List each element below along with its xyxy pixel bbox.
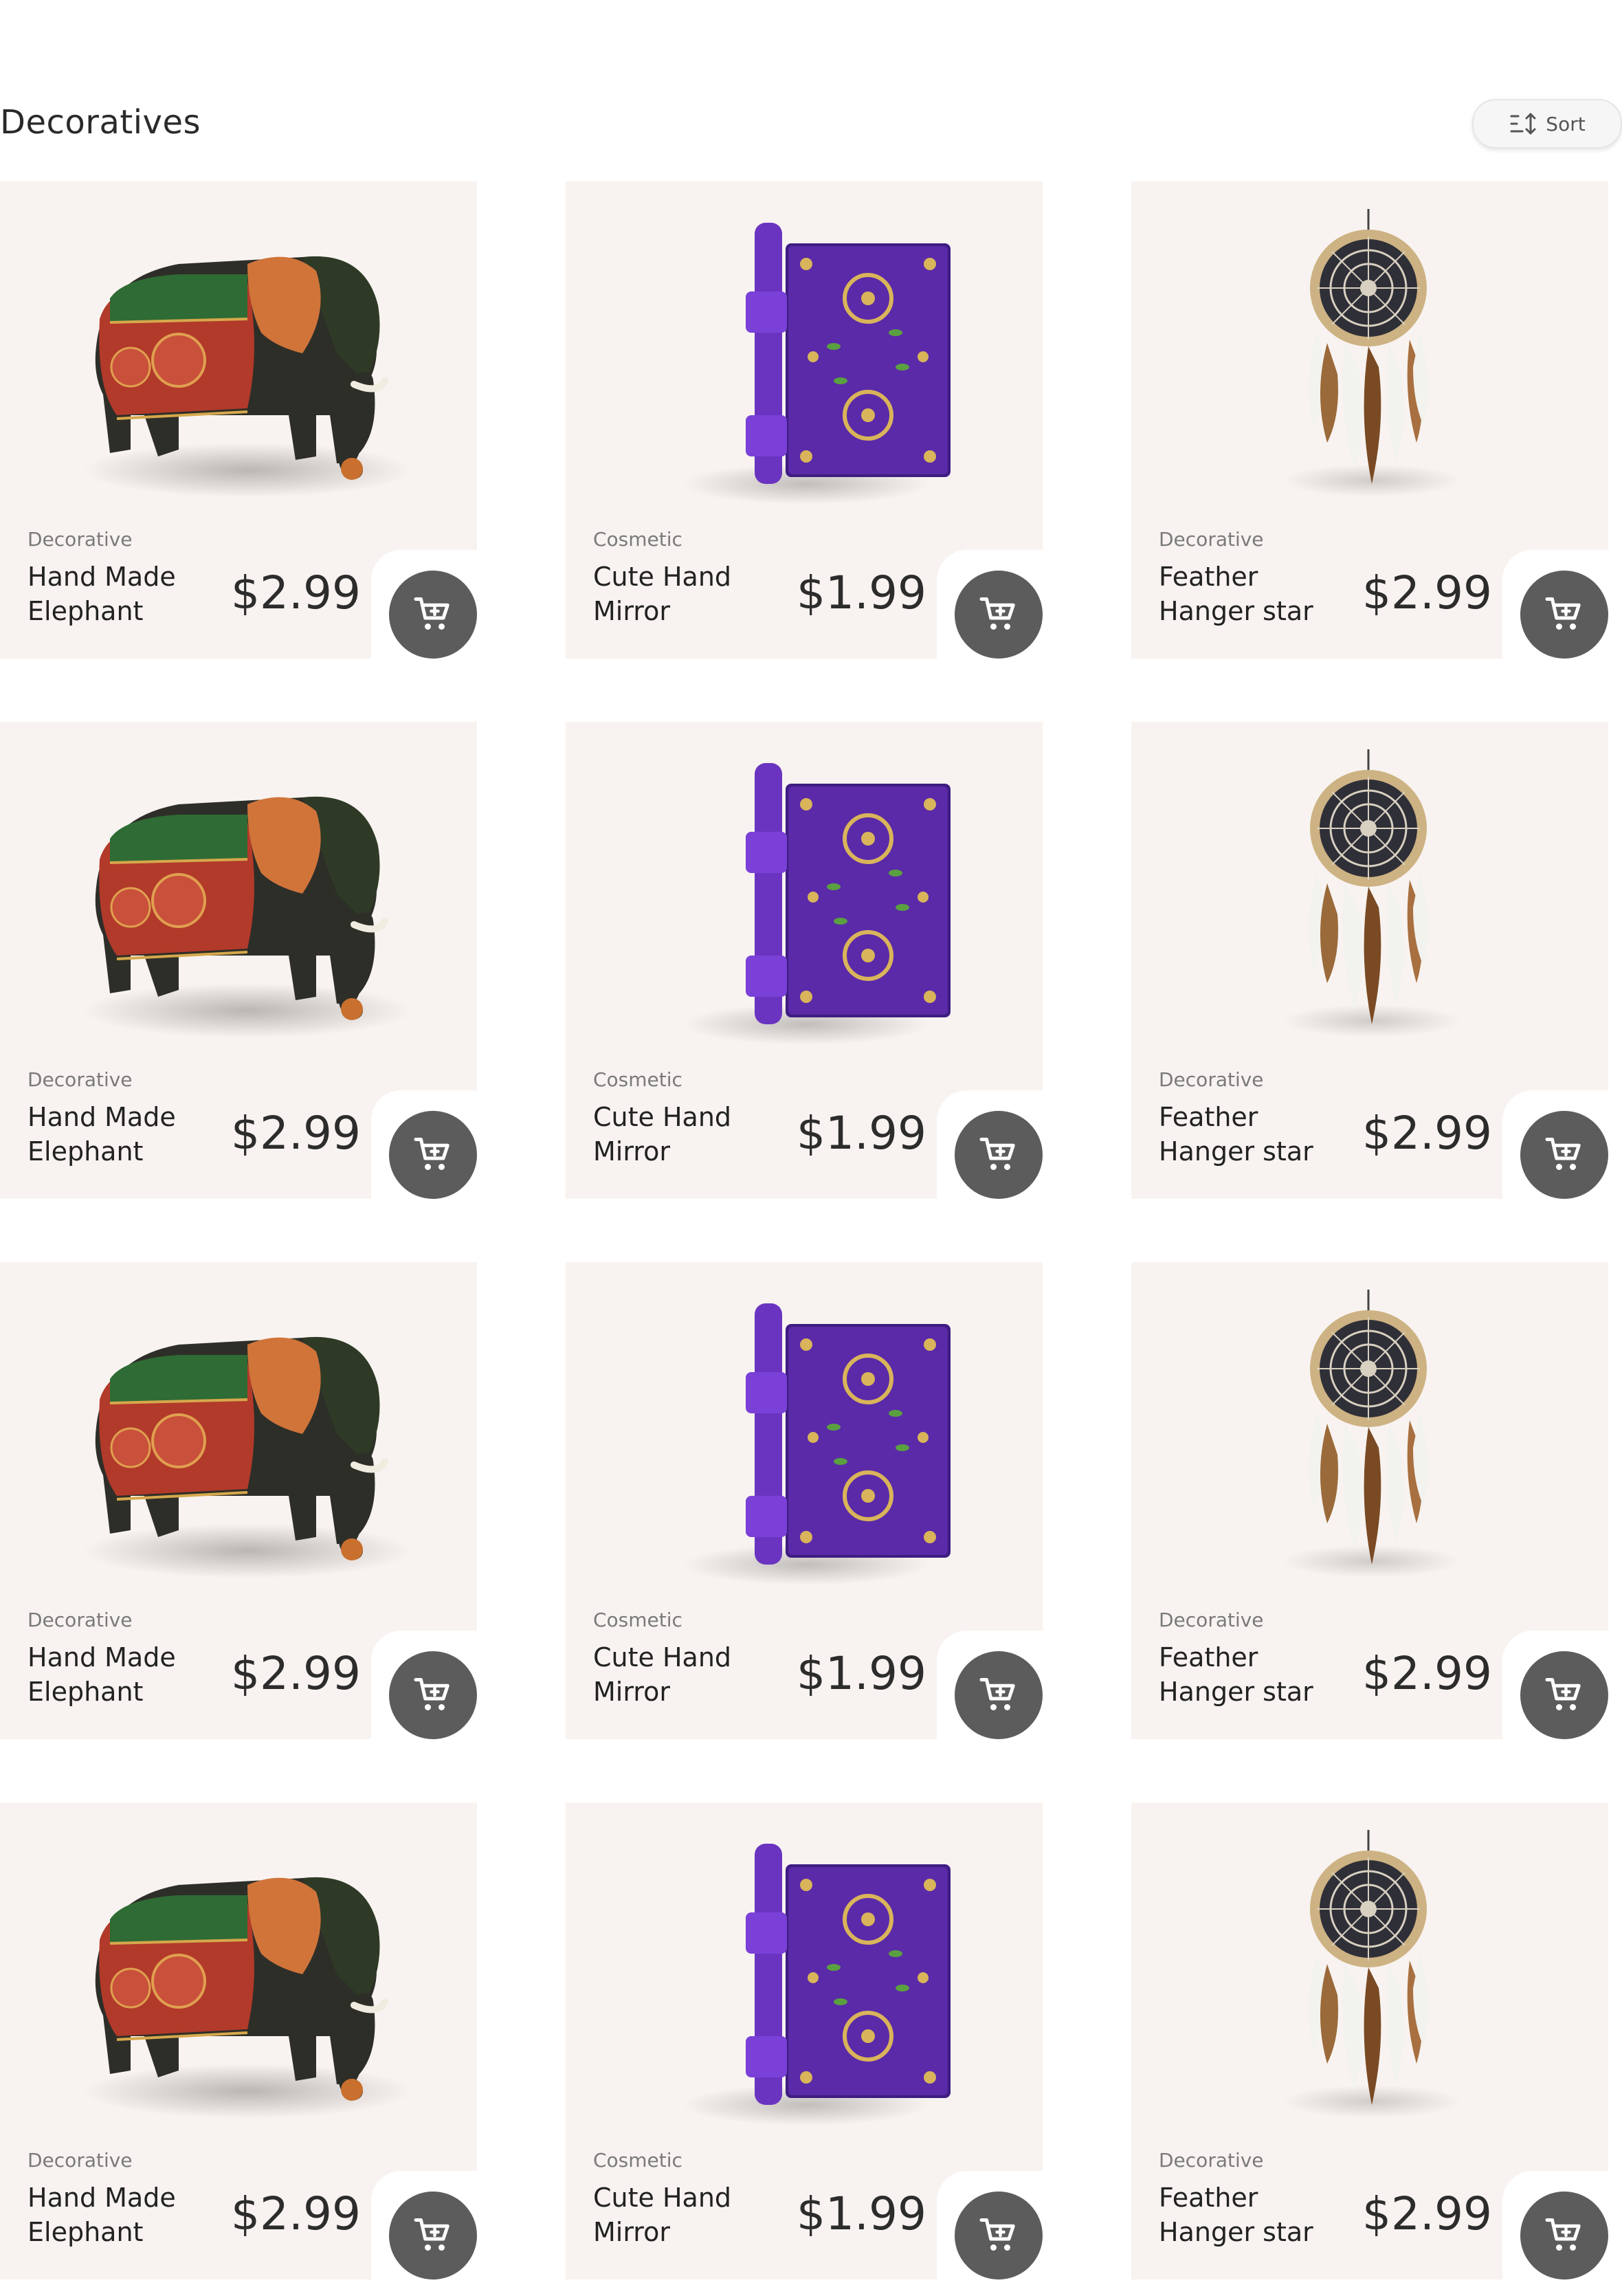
product-image[interactable] <box>41 749 426 1052</box>
shopping-cart-icon <box>412 594 454 635</box>
sort-label: Sort <box>1546 112 1586 135</box>
product-category: Decorative <box>27 2149 133 2172</box>
product-category: Cosmetic <box>593 1609 682 1631</box>
product-price: $1.99 <box>797 2187 926 2240</box>
add-to-cart-button[interactable] <box>389 571 477 659</box>
shopping-cart-icon <box>978 1134 1019 1175</box>
product-card[interactable]: Cosmetic Cute Hand Mirror $1.99 <box>566 1802 1054 2288</box>
product-category: Decorative <box>27 1068 133 1091</box>
product-name[interactable]: Hand Made Elephant <box>27 2181 206 2249</box>
product-card[interactable]: Cosmetic Cute Hand Mirror $1.99 <box>566 181 1054 667</box>
product-card[interactable]: Decorative Feather Hanger star $2.99 <box>1131 1262 1619 1747</box>
product-name[interactable]: Feather Hanger star <box>1159 2181 1337 2249</box>
sort-icon <box>1510 113 1536 135</box>
product-price: $2.99 <box>231 1107 361 1160</box>
product-image[interactable] <box>41 1290 426 1592</box>
product-card[interactable]: Decorative Hand Made Elephant $2.99 <box>0 1262 488 1747</box>
product-image[interactable] <box>607 1290 992 1592</box>
sort-button[interactable]: Sort <box>1472 99 1622 148</box>
product-price: $1.99 <box>797 566 926 619</box>
product-price: $2.99 <box>1362 1647 1492 1700</box>
product-name[interactable]: Hand Made Elephant <box>27 1100 206 1169</box>
product-price: $2.99 <box>1362 2187 1492 2240</box>
product-image[interactable] <box>1173 749 1557 1052</box>
shopping-cart-icon <box>978 594 1019 635</box>
product-name[interactable]: Hand Made Elephant <box>27 1640 206 1709</box>
product-category: Cosmetic <box>593 1068 682 1091</box>
product-card[interactable]: Cosmetic Cute Hand Mirror $1.99 <box>566 722 1054 1207</box>
product-category: Decorative <box>1159 1609 1264 1631</box>
product-category: Decorative <box>27 1609 133 1631</box>
product-name[interactable]: Hand Made Elephant <box>27 560 206 628</box>
product-image[interactable] <box>41 1830 426 2132</box>
product-card[interactable]: Decorative Feather Hanger star $2.99 <box>1131 722 1619 1207</box>
product-name[interactable]: Feather Hanger star <box>1159 560 1337 628</box>
product-image[interactable] <box>41 209 426 511</box>
product-image[interactable] <box>607 749 992 1052</box>
product-image[interactable] <box>1173 1290 1557 1592</box>
product-category: Decorative <box>1159 528 1264 551</box>
shopping-cart-icon <box>412 1675 454 1716</box>
product-card[interactable]: Decorative Feather Hanger star $2.99 <box>1131 181 1619 667</box>
product-category: Decorative <box>1159 2149 1264 2172</box>
product-name[interactable]: Cute Hand Mirror <box>593 2181 772 2249</box>
shopping-cart-icon <box>978 2215 1019 2256</box>
product-price: $2.99 <box>1362 1107 1492 1160</box>
product-price: $2.99 <box>1362 566 1492 619</box>
add-to-cart-button[interactable] <box>389 2192 477 2280</box>
product-category: Cosmetic <box>593 2149 682 2172</box>
product-name[interactable]: Cute Hand Mirror <box>593 560 772 628</box>
shopping-cart-icon <box>1544 2215 1585 2256</box>
shopping-cart-icon <box>1544 1675 1585 1716</box>
shopping-cart-icon <box>1544 1134 1585 1175</box>
product-image[interactable] <box>607 209 992 511</box>
add-to-cart-button[interactable] <box>955 571 1043 659</box>
product-card[interactable]: Cosmetic Cute Hand Mirror $1.99 <box>566 1262 1054 1747</box>
add-to-cart-button[interactable] <box>1520 1651 1608 1739</box>
product-category: Cosmetic <box>593 528 682 551</box>
product-card[interactable]: Decorative Hand Made Elephant $2.99 <box>0 1802 488 2288</box>
product-card[interactable]: Decorative Hand Made Elephant $2.99 <box>0 722 488 1207</box>
shopping-cart-icon <box>1544 594 1585 635</box>
product-name[interactable]: Cute Hand Mirror <box>593 1640 772 1709</box>
product-name[interactable]: Feather Hanger star <box>1159 1640 1337 1709</box>
product-category: Decorative <box>1159 1068 1264 1091</box>
shopping-cart-icon <box>412 1134 454 1175</box>
header: Decoratives Sort <box>0 82 1622 165</box>
product-name[interactable]: Feather Hanger star <box>1159 1100 1337 1169</box>
shopping-cart-icon <box>412 2215 454 2256</box>
product-category: Decorative <box>27 528 133 551</box>
add-to-cart-button[interactable] <box>389 1651 477 1739</box>
add-to-cart-button[interactable] <box>955 1111 1043 1199</box>
product-price: $1.99 <box>797 1107 926 1160</box>
product-card[interactable]: Decorative Hand Made Elephant $2.99 <box>0 181 488 667</box>
product-image[interactable] <box>607 1830 992 2132</box>
product-card[interactable]: Decorative Feather Hanger star $2.99 <box>1131 1802 1619 2288</box>
product-name[interactable]: Cute Hand Mirror <box>593 1100 772 1169</box>
add-to-cart-button[interactable] <box>1520 1111 1608 1199</box>
product-price: $2.99 <box>231 1647 361 1700</box>
product-price: $2.99 <box>231 566 361 619</box>
shopping-cart-icon <box>978 1675 1019 1716</box>
page-title: Decoratives <box>0 103 201 142</box>
product-image[interactable] <box>1173 1830 1557 2132</box>
add-to-cart-button[interactable] <box>389 1111 477 1199</box>
add-to-cart-button[interactable] <box>1520 2192 1608 2280</box>
product-price: $1.99 <box>797 1647 926 1700</box>
product-price: $2.99 <box>231 2187 361 2240</box>
add-to-cart-button[interactable] <box>1520 571 1608 659</box>
add-to-cart-button[interactable] <box>955 1651 1043 1739</box>
add-to-cart-button[interactable] <box>955 2192 1043 2280</box>
product-image[interactable] <box>1173 209 1557 511</box>
